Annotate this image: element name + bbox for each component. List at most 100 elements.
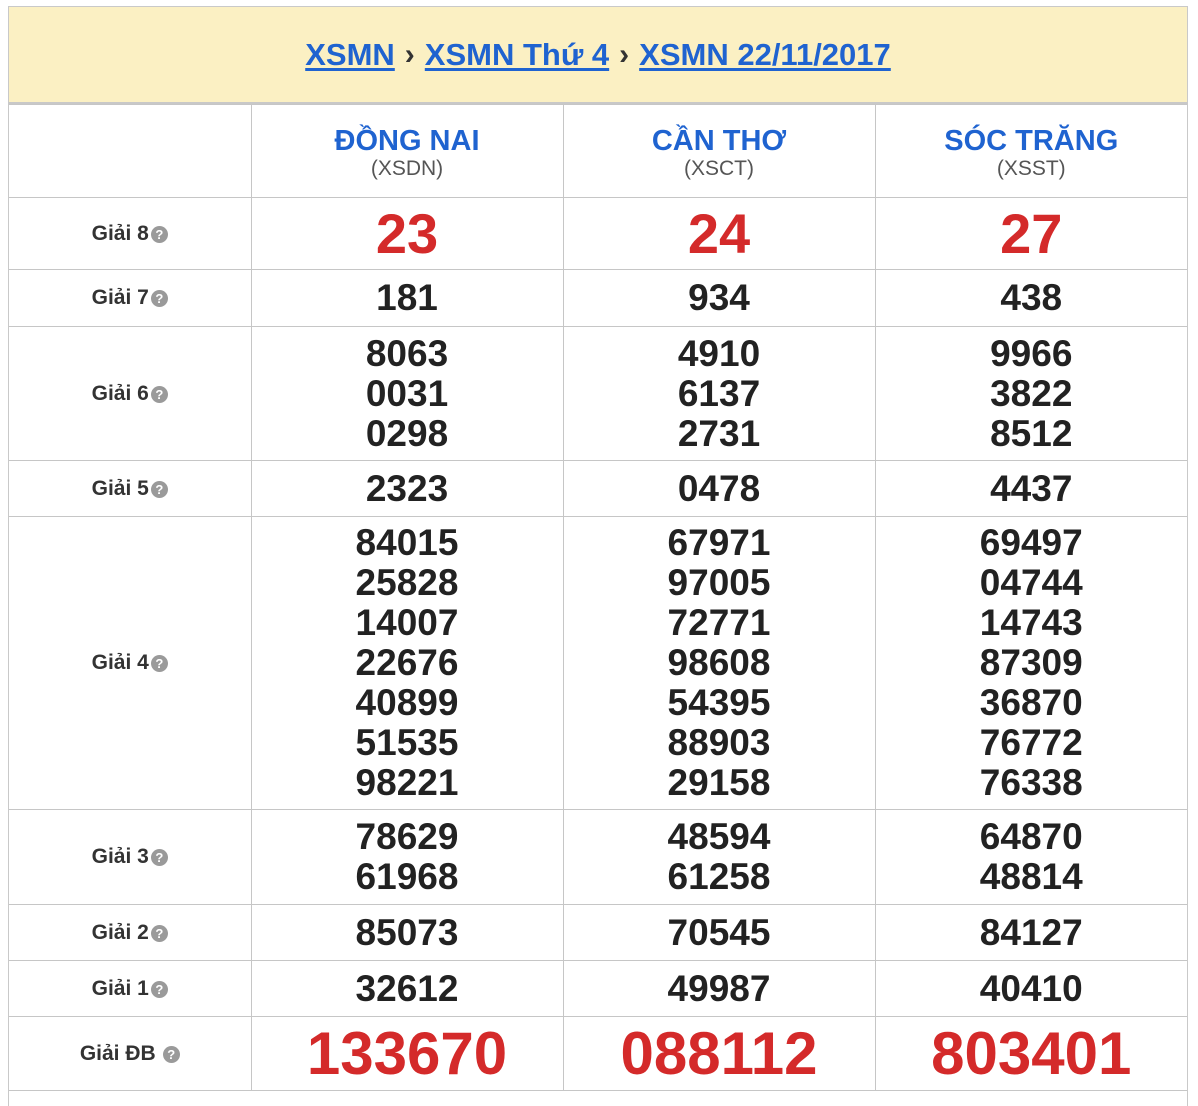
- prize-number: 72771: [667, 602, 771, 643]
- prize-result-cell: 84127: [874, 904, 1187, 961]
- province-header-dong-nai: ĐỒNG NAI (XSDN): [250, 104, 564, 198]
- prize-number: 49987: [667, 967, 771, 1009]
- province-name[interactable]: CẦN THƠ: [564, 125, 875, 157]
- prize-result-cell: 4910 6137 2731: [562, 326, 876, 461]
- prize-label: Giải 3: [91, 845, 149, 868]
- prize-number: 40410: [979, 967, 1083, 1009]
- prize-result-cell: 84015 25828 14007 22676 40899 51535 98221: [250, 516, 564, 810]
- prize-number: 6137: [677, 372, 761, 414]
- prize-number: 0298: [365, 412, 449, 454]
- province-header-row: ĐỒNG NAI (XSDN) CẦN THƠ (XSCT) SÓC TRĂNG…: [9, 104, 1188, 198]
- prize-number: 4910: [677, 332, 761, 374]
- prize-result-cell: 67971 97005 72771 98608 54395 88903 29158: [562, 516, 876, 810]
- prize-number: 61258: [667, 856, 771, 897]
- prize-label: Giải 1: [91, 976, 149, 1000]
- prize-number: 2731: [677, 412, 761, 454]
- question-circle-icon[interactable]: ?: [150, 655, 168, 672]
- question-circle-icon[interactable]: ?: [150, 225, 168, 243]
- province-code: (XSCT): [684, 156, 754, 180]
- prize-label-cell: Giải 7?: [9, 269, 252, 327]
- prize-number: 14743: [979, 602, 1083, 643]
- prize-number: 133670: [306, 1019, 508, 1087]
- breadcrumb-link-xsmn-date[interactable]: XSMN 22/11/2017: [639, 37, 891, 73]
- province-header-can-tho: CẦN THƠ (XSCT): [562, 104, 876, 198]
- prize-number: 9966: [990, 332, 1073, 374]
- prize-number: 85073: [355, 911, 459, 953]
- prize-row: Giải 2? 85073 70545 84127: [9, 904, 1187, 961]
- prize-label-cell: Giải 1?: [9, 960, 252, 1017]
- prize-number: 27: [1000, 201, 1063, 265]
- prize-result-cell: 181: [250, 269, 564, 327]
- prize-number: 67971: [667, 522, 771, 563]
- prize-number: 70545: [667, 911, 771, 953]
- prize-number: 61968: [355, 856, 459, 897]
- prize-label-cell: Giải 2?: [9, 904, 252, 961]
- prize-number: 3822: [990, 372, 1073, 414]
- breadcrumb: XSMN › XSMN Thứ 4 › XSMN 22/11/2017: [9, 7, 1187, 104]
- prize-result-cell: 0478: [562, 460, 876, 517]
- province-code: (XSDN): [370, 156, 444, 180]
- question-circle-icon[interactable]: ?: [150, 385, 168, 403]
- prize-result-cell: 69497 04744 14743 87309 36870 76772 76338: [874, 516, 1187, 810]
- prize-number: 98221: [355, 762, 459, 803]
- prize-number: 25828: [355, 562, 459, 603]
- prize-label-cell: Giải 8?: [9, 197, 252, 270]
- prize-number: 76772: [979, 722, 1083, 763]
- province-name[interactable]: ĐỒNG NAI: [252, 125, 563, 157]
- breadcrumb-link-xsmn[interactable]: XSMN: [305, 37, 395, 73]
- prize-number: 14007: [355, 602, 459, 643]
- prize-number: 181: [376, 277, 438, 318]
- question-circle-icon[interactable]: ?: [162, 1045, 180, 1063]
- question-circle-icon[interactable]: ?: [150, 849, 168, 866]
- results-table: ĐỒNG NAI (XSDN) CẦN THƠ (XSCT) SÓC TRĂNG…: [9, 104, 1187, 1091]
- question-circle-icon[interactable]: ?: [150, 980, 168, 998]
- prize-label-cell: Giải 3?: [9, 809, 252, 905]
- prize-label-cell: Giải 5?: [9, 460, 252, 517]
- prize-number: 24: [687, 201, 751, 265]
- prize-label: Giải 8: [91, 221, 149, 245]
- prize-result-cell: 27: [874, 197, 1187, 270]
- prize-row: Giải 1? 32612 49987 40410: [9, 960, 1187, 1017]
- prize-result-cell: 4437: [874, 460, 1187, 517]
- prize-number: 0031: [365, 372, 449, 414]
- prize-result-cell: 438: [874, 269, 1187, 327]
- prize-result-cell: 9966 3822 8512: [874, 326, 1187, 461]
- prize-label: Giải 6: [91, 381, 149, 405]
- prize-number: 8063: [365, 332, 449, 374]
- prize-label-cell: Giải 6?: [9, 326, 252, 461]
- prize-row: Giải 6? 8063 0031 0298 4910 6137 2731 9966 3822 8…: [9, 326, 1187, 461]
- province-header-soc-trang: SÓC TRĂNG (XSST): [874, 104, 1188, 198]
- prize-number: 23: [375, 201, 439, 265]
- prize-result-cell: 32612: [250, 960, 564, 1017]
- prize-row: Giải 4? 84015 25828 14007 22676 40899 51535 982…: [9, 516, 1187, 810]
- prize-number: 69497: [979, 522, 1083, 563]
- prize-result-cell: 088112: [562, 1016, 876, 1091]
- corner-cell: [9, 104, 252, 198]
- prize-label-cell: Giải ĐB?: [9, 1016, 252, 1091]
- prize-result-cell: 803401: [874, 1016, 1187, 1091]
- prize-number: 04744: [979, 562, 1083, 603]
- prize-number: 51535: [355, 722, 459, 763]
- prize-result-cell: 23: [250, 197, 564, 270]
- prize-label: Giải ĐB: [79, 1041, 156, 1065]
- province-name[interactable]: SÓC TRĂNG: [876, 125, 1188, 157]
- prize-number: 8512: [990, 412, 1073, 454]
- prize-label: Giải 5: [91, 476, 149, 500]
- prize-label-cell: Giải 4?: [9, 516, 252, 810]
- prize-row: Giải 7? 181 934 438: [9, 269, 1187, 327]
- prize-row: Giải ĐB? 133670 088112 803401: [9, 1016, 1187, 1091]
- prize-number: 40899: [355, 682, 459, 723]
- prize-number: 84015: [355, 522, 459, 563]
- prize-number: 87309: [979, 642, 1083, 683]
- breadcrumb-link-xsmn-thu-4[interactable]: XSMN Thứ 4: [425, 37, 609, 73]
- prize-number: 88903: [667, 722, 771, 763]
- prize-result-cell: 24: [562, 197, 876, 270]
- prize-number: 803401: [931, 1019, 1132, 1087]
- question-circle-icon[interactable]: ?: [150, 480, 168, 498]
- prize-number: 78629: [355, 816, 459, 857]
- question-circle-icon[interactable]: ?: [150, 290, 168, 307]
- question-circle-icon[interactable]: ?: [150, 924, 168, 942]
- prize-result-cell: 85073: [250, 904, 564, 961]
- prize-result-cell: 2323: [250, 460, 564, 517]
- prize-number: 84127: [979, 911, 1083, 953]
